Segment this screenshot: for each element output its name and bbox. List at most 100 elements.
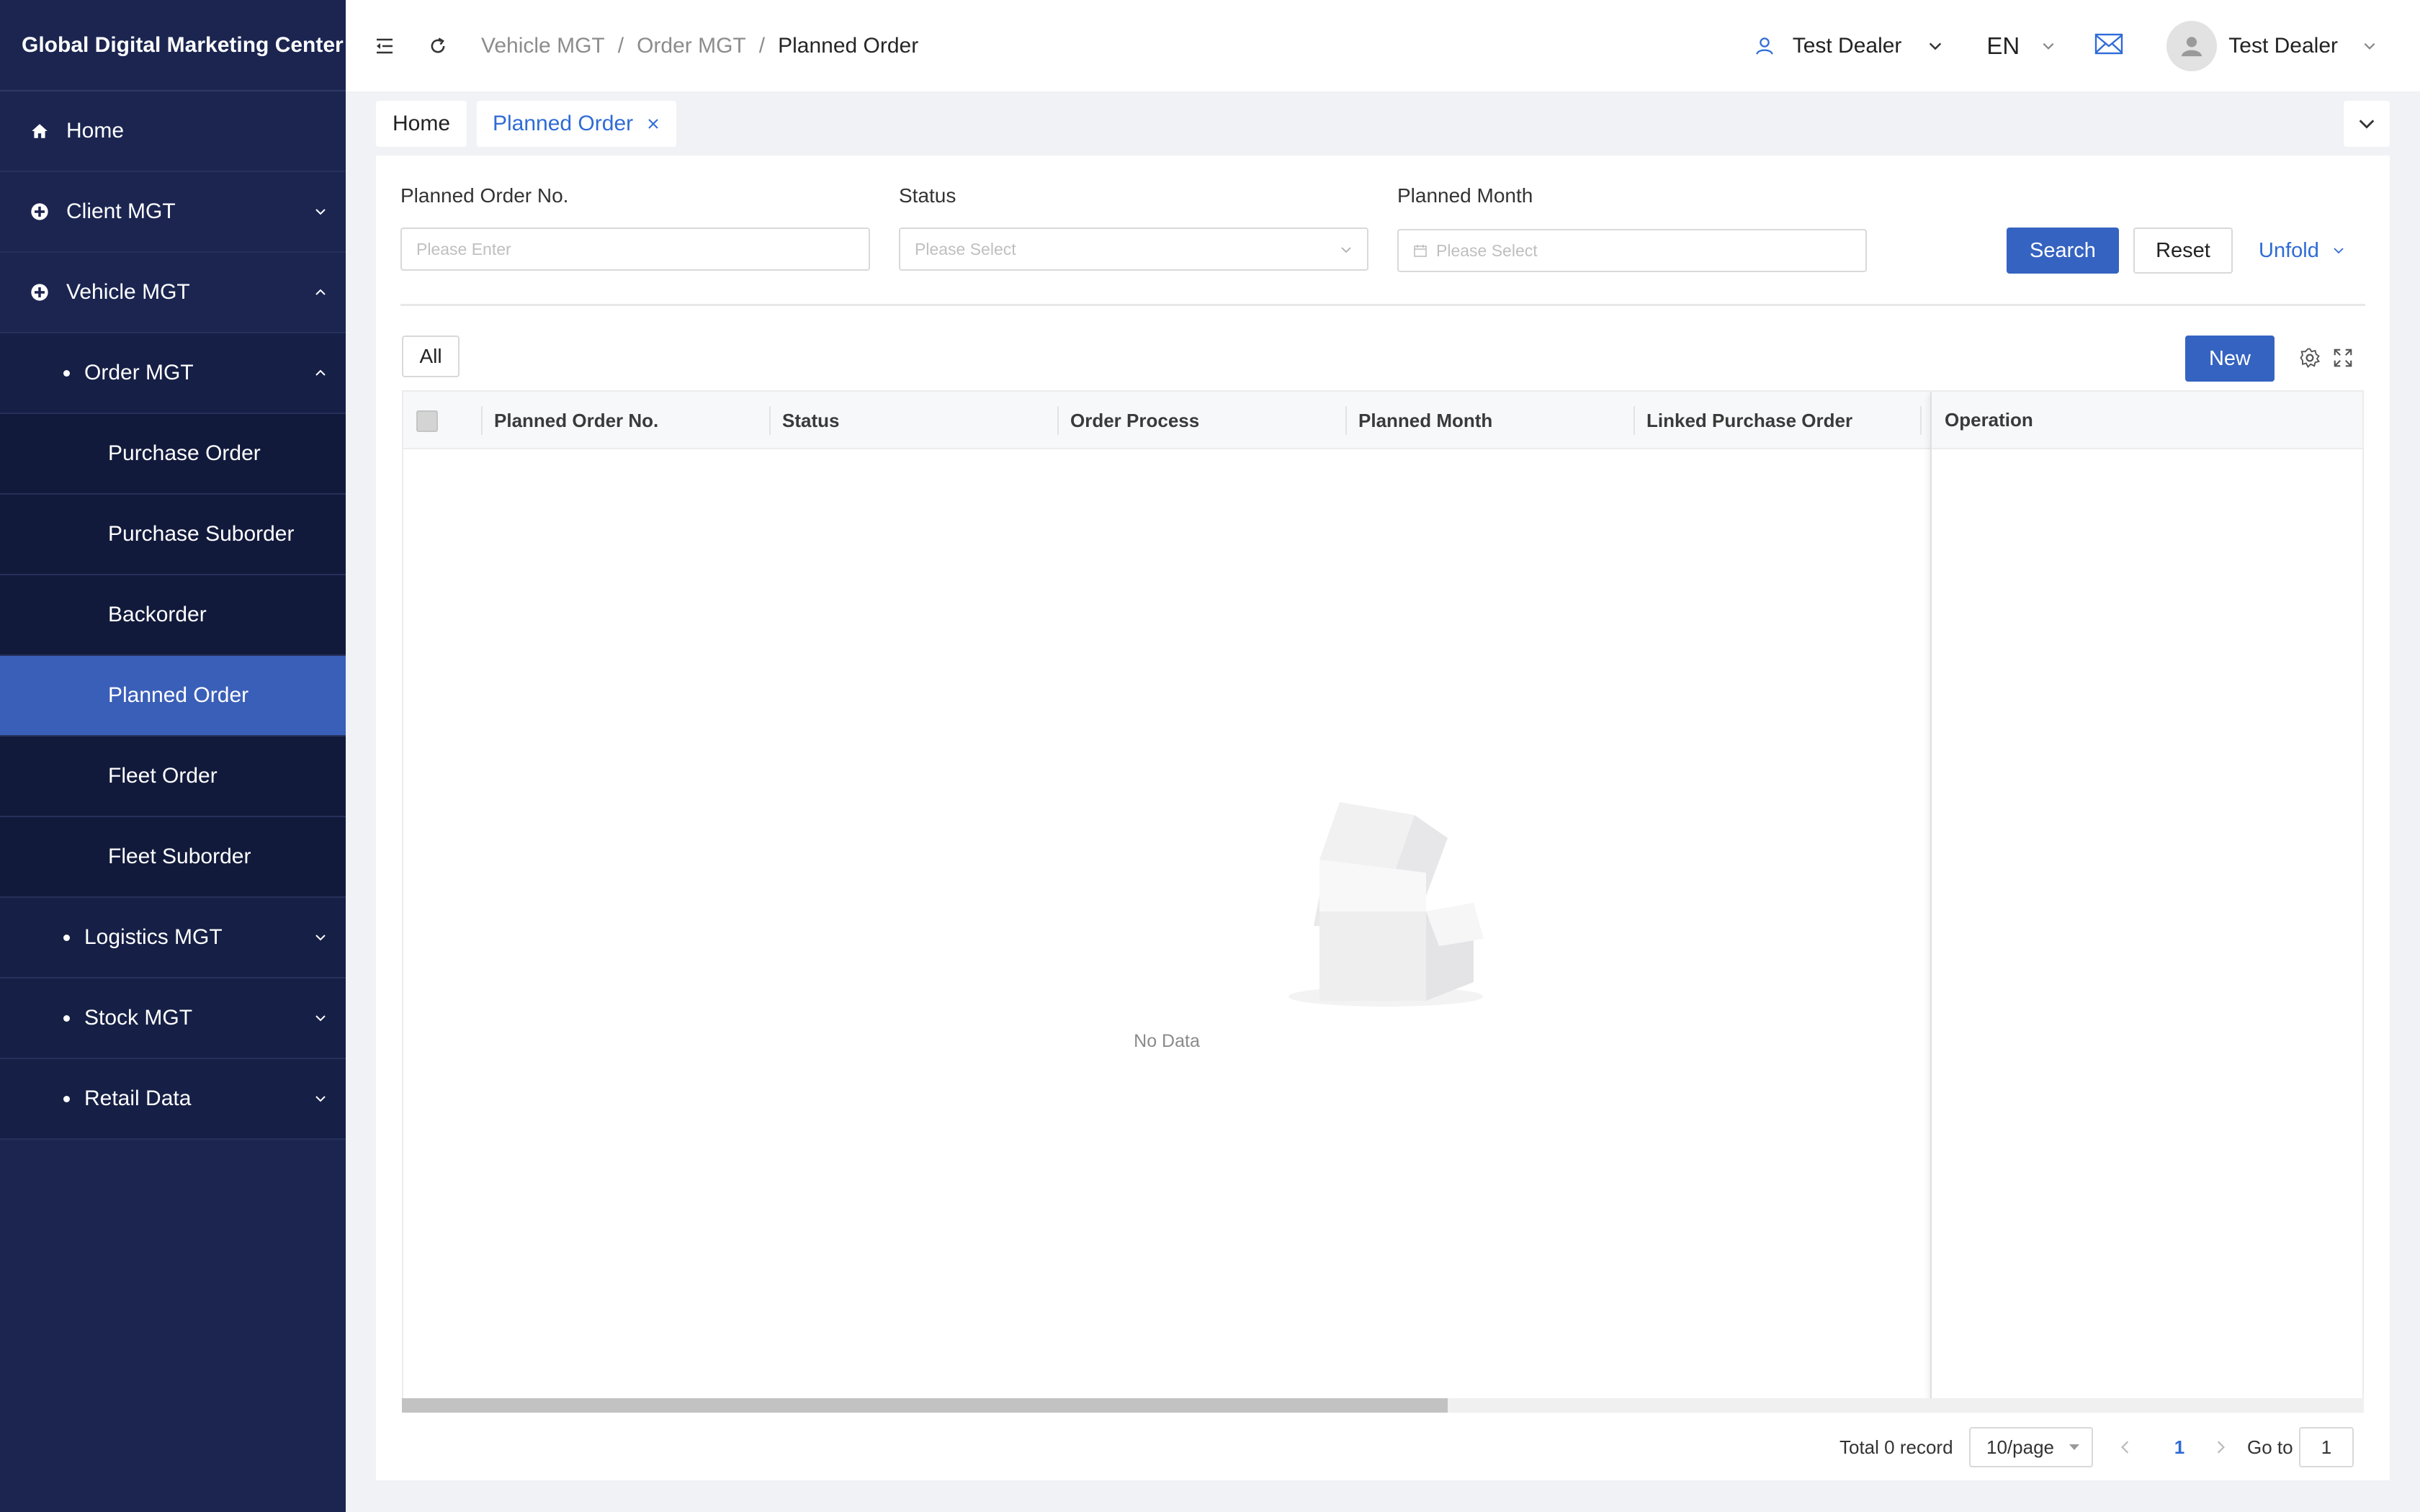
table-horizontal-scrollbar[interactable]: [402, 1398, 2364, 1413]
avatar: [2166, 20, 2218, 71]
unfold-toggle[interactable]: Unfold: [2259, 235, 2345, 266]
close-icon[interactable]: [646, 117, 660, 131]
breadcrumb-separator: /: [758, 33, 766, 58]
empty-text: No Data: [1134, 1031, 1200, 1051]
scrollbar-thumb[interactable]: [402, 1398, 1448, 1413]
mail-icon[interactable]: [2094, 32, 2123, 60]
sidebar-item-fleet-suborder[interactable]: Fleet Suborder: [0, 817, 346, 898]
goto-input[interactable]: [2300, 1436, 2352, 1459]
prev-page-button[interactable]: [2118, 1427, 2133, 1467]
tab-planned-order[interactable]: Planned Order: [477, 101, 677, 147]
fullscreen-icon[interactable]: [2332, 347, 2354, 372]
breadcrumb-current: Planned Order: [778, 33, 919, 58]
sidebar-item-stock-mgt[interactable]: Stock MGT: [0, 978, 346, 1059]
sidebar-item-vehicle-mgt[interactable]: Vehicle MGT: [0, 253, 346, 333]
sidebar-item-order-mgt[interactable]: Order MGT: [0, 333, 346, 414]
sidebar-item-purchase-order[interactable]: Purchase Order: [0, 414, 346, 495]
chevron-down-icon: [2359, 120, 2375, 129]
column-divider: [1634, 406, 1635, 435]
sidebar-item-purchase-suborder[interactable]: Purchase Suborder: [0, 495, 346, 575]
chevron-up-icon: [315, 289, 326, 295]
sidebar-item-planned-order[interactable]: Planned Order: [0, 656, 346, 737]
sidebar-item-client-mgt[interactable]: Client MGT: [0, 172, 346, 253]
column-header-linked-po[interactable]: Linked Purchase Order: [1646, 392, 1852, 449]
status-placeholder: Please Select: [915, 239, 1016, 258]
user-name: Test Dealer: [2228, 33, 2338, 58]
user-menu[interactable]: Test Dealer: [2166, 20, 2377, 71]
order-no-input[interactable]: [416, 239, 869, 259]
pagination-total: Total 0 record: [1839, 1436, 1953, 1458]
language-selector[interactable]: EN: [1986, 32, 2056, 60]
column-header-order-no[interactable]: Planned Order No.: [494, 392, 658, 449]
page-number[interactable]: 1: [2164, 1427, 2195, 1467]
sidebar-item-fleet-order[interactable]: Fleet Order: [0, 737, 346, 817]
refresh-icon[interactable]: [424, 32, 452, 60]
planned-month-picker[interactable]: Please Select: [1397, 229, 1867, 272]
dealer-selector[interactable]: Test Dealer: [1754, 34, 1944, 58]
breadcrumb-item[interactable]: Order MGT: [637, 34, 746, 58]
page-size-value: 10/page: [1986, 1436, 2054, 1458]
chevron-right-icon: [2217, 1441, 2225, 1454]
chevron-down-icon: [315, 209, 326, 215]
status-label: Status: [899, 184, 956, 207]
language-label: EN: [1986, 32, 2020, 59]
status-select[interactable]: Please Select: [899, 228, 1368, 271]
search-button[interactable]: Search: [2007, 228, 2119, 274]
sidebar-item-home[interactable]: Home: [0, 91, 346, 172]
select-all-checkbox[interactable]: [416, 410, 438, 432]
bullet-icon: [63, 369, 70, 377]
sidebar-item-backorder[interactable]: Backorder: [0, 575, 346, 656]
empty-box-icon: [1285, 802, 1487, 1014]
chevron-down-icon: [315, 1015, 326, 1022]
sidebar-item-label: Planned Order: [108, 683, 249, 707]
breadcrumb: Vehicle MGT / Order MGT / Planned Order: [481, 34, 918, 58]
sidebar: Global Digital Marketing Center Home Cli…: [0, 0, 346, 1512]
column-divider: [769, 406, 771, 435]
all-button[interactable]: All: [402, 336, 460, 377]
column-header-order-process[interactable]: Order Process: [1070, 392, 1199, 449]
chevron-down-icon: [2334, 248, 2344, 254]
reset-button[interactable]: Reset: [2133, 228, 2233, 274]
chevron-down-icon: [1930, 42, 1942, 50]
goto-field[interactable]: [2299, 1427, 2354, 1467]
app-title: Global Digital Marketing Center: [0, 0, 346, 91]
sidebar-item-label: Order MGT: [84, 361, 194, 384]
goto-label: Go to: [2247, 1436, 2293, 1458]
dealer-name: Test Dealer: [1792, 33, 1902, 58]
settings-icon[interactable]: [2299, 347, 2321, 372]
user-icon: [1755, 37, 1773, 55]
divider: [400, 304, 2365, 306]
chevron-up-icon: [315, 369, 326, 376]
sidebar-item-label: Retail Data: [84, 1086, 192, 1110]
main-panel: Planned Order No. Status Please Select P…: [376, 156, 2390, 1480]
chevron-down-icon: [2043, 42, 2054, 50]
chevron-left-icon: [2121, 1441, 2129, 1454]
page-size-select[interactable]: 10/page: [1969, 1427, 2093, 1467]
breadcrumb-item[interactable]: Vehicle MGT: [481, 34, 605, 58]
caret-down-icon: [2069, 1444, 2079, 1450]
new-button[interactable]: New: [2185, 336, 2275, 382]
grid-icon: [29, 201, 50, 222]
column-header-status[interactable]: Status: [782, 392, 839, 449]
planned-month-placeholder: Please Select: [1436, 240, 1538, 260]
column-header-planned-month[interactable]: Planned Month: [1358, 392, 1492, 449]
operation-column: Operation: [1930, 392, 2362, 1411]
sidebar-item-label: Fleet Suborder: [108, 845, 251, 868]
menu-fold-icon[interactable]: [370, 32, 399, 60]
sidebar-item-label: Backorder: [108, 603, 207, 626]
bullet-icon: [63, 1095, 70, 1102]
sidebar-item-label: Fleet Order: [108, 764, 218, 788]
sidebar-item-label: Home: [66, 119, 125, 143]
breadcrumb-separator: /: [617, 33, 624, 58]
next-page-button[interactable]: [2213, 1427, 2228, 1467]
order-no-field[interactable]: [400, 228, 870, 271]
sidebar-item-retail-data[interactable]: Retail Data: [0, 1059, 346, 1140]
sidebar-item-label: Stock MGT: [84, 1006, 193, 1030]
column-header-operation: Operation: [1945, 392, 2362, 449]
tabs-dropdown-button[interactable]: [2344, 101, 2390, 147]
tab-label: Planned Order: [493, 112, 634, 135]
sidebar-item-logistics-mgt[interactable]: Logistics MGT: [0, 898, 346, 978]
sidebar-item-label: Vehicle MGT: [66, 280, 190, 304]
tab-home[interactable]: Home: [376, 101, 467, 147]
planned-month-label: Planned Month: [1397, 184, 1533, 207]
